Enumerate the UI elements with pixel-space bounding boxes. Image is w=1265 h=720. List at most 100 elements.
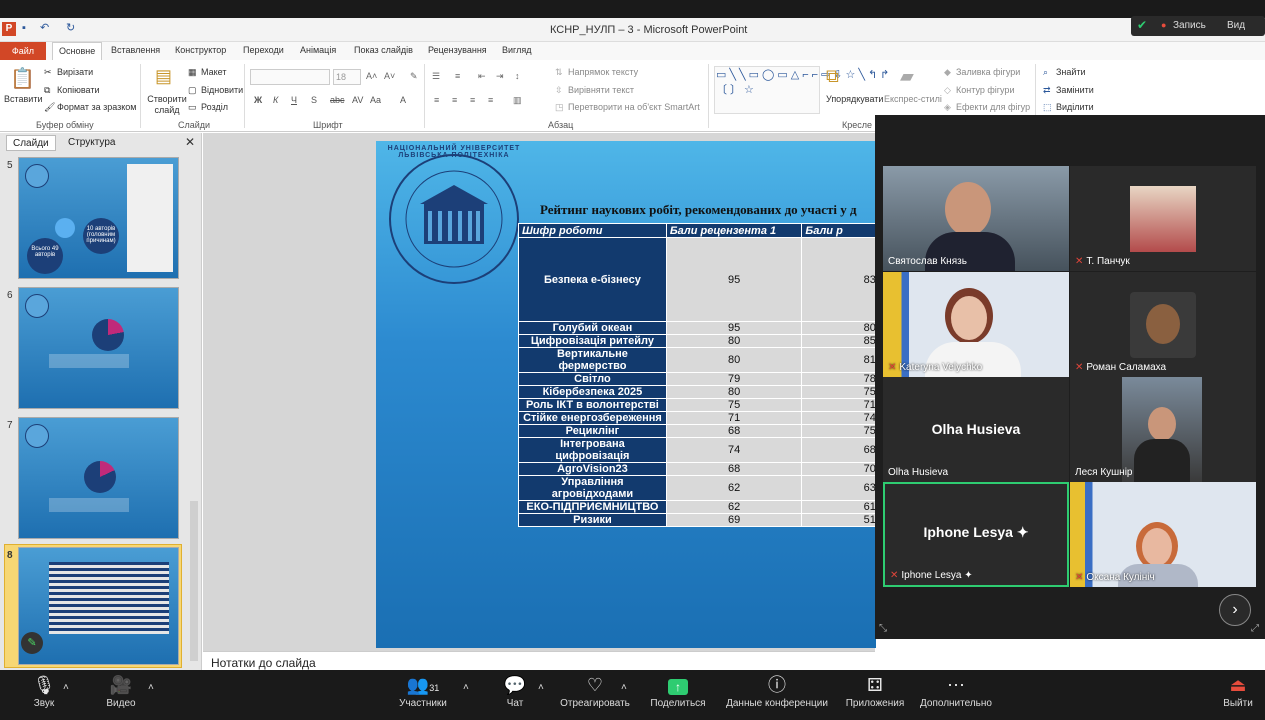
tab-slides[interactable]: Слайди: [6, 135, 56, 151]
shapes-gallery[interactable]: ▭╲╲▭◯▭△⌐⌐⇨⇩☆╲↰↱〔〕☆: [714, 66, 889, 114]
video-tile[interactable]: ✕ Kateryna Velychko: [883, 272, 1069, 377]
numbering-icon[interactable]: ≡: [455, 71, 460, 81]
participants-chevron-icon[interactable]: ˄: [463, 682, 469, 693]
italic-icon[interactable]: К: [273, 95, 278, 105]
share-button[interactable]: ↑ Поделиться: [648, 670, 708, 709]
align-text-button[interactable]: Вирівняти текст: [568, 85, 634, 95]
bullets-icon[interactable]: ☰: [432, 71, 440, 82]
video-button[interactable]: 🎥 Видео: [100, 670, 142, 709]
align-left-icon[interactable]: ≡: [434, 95, 439, 105]
title-bar: P ▪ ↶ ↻ КСНР_НУЛП – 3 - Microsoft PowerP…: [0, 16, 1265, 42]
align-center-icon[interactable]: ≡: [452, 95, 457, 105]
paste-button[interactable]: Вставити: [4, 94, 43, 104]
close-icon[interactable]: ✕: [185, 135, 195, 149]
slide-thumbnail-8[interactable]: ✎: [18, 547, 179, 665]
work-code-cell: Цифровізація ритейлу: [518, 334, 667, 348]
next-page-chevron-icon[interactable]: ›: [1219, 594, 1251, 626]
paste-icon[interactable]: 📋: [10, 66, 35, 91]
indent-decrease-icon[interactable]: ⇤: [478, 71, 486, 82]
smartart-button[interactable]: Перетворити на об'єкт SmartArt: [568, 102, 700, 112]
chat-button[interactable]: 💬 Чат: [500, 670, 530, 709]
more-button[interactable]: ⋯ Дополнительно: [914, 670, 998, 709]
view-label[interactable]: Вид: [1227, 20, 1245, 31]
case-icon[interactable]: Aa: [370, 95, 381, 105]
select-button[interactable]: Виділити: [1056, 102, 1094, 112]
reset-button[interactable]: Відновити: [201, 85, 243, 95]
font-size-select[interactable]: 18: [333, 69, 361, 85]
video-tile[interactable]: Olha Husieva Olha Husieva: [883, 377, 1069, 482]
shape-outline-button[interactable]: Контур фігури: [956, 85, 1014, 95]
columns-icon[interactable]: ▥: [513, 95, 522, 106]
bold-icon[interactable]: Ж: [254, 95, 262, 105]
shrink-font-icon[interactable]: A˅: [384, 71, 395, 81]
leave-button[interactable]: ⏏ Выйти: [1220, 670, 1256, 709]
pen-icon[interactable]: ✎: [21, 632, 43, 654]
tab-insert[interactable]: Вставлення: [111, 45, 160, 55]
shape-fill-button[interactable]: Заливка фігури: [956, 67, 1020, 77]
arrange-button[interactable]: Упорядкувати: [826, 94, 883, 104]
video-tile[interactable]: Святослав Князь: [883, 166, 1069, 271]
tab-outline[interactable]: Структура: [62, 135, 121, 151]
text-direction-button[interactable]: Напрямок тексту: [568, 67, 638, 77]
new-slide-button[interactable]: Створити слайд: [145, 94, 189, 116]
align-right-icon[interactable]: ≡: [470, 95, 475, 105]
grow-font-icon[interactable]: A˄: [366, 71, 377, 81]
apps-icon: ⚃: [867, 675, 883, 695]
strikethrough-icon[interactable]: abc: [330, 95, 345, 105]
tab-transitions[interactable]: Переходи: [243, 45, 284, 55]
work-code-cell: Інтегрована цифровізація: [518, 437, 667, 463]
tab-animations[interactable]: Анімація: [300, 45, 336, 55]
slide-thumbnail-6[interactable]: [18, 287, 179, 409]
replace-button[interactable]: Замінити: [1056, 85, 1094, 95]
slide-thumbnail-7[interactable]: [18, 417, 179, 539]
chat-chevron-icon[interactable]: ˄: [538, 682, 544, 693]
tab-review[interactable]: Рецензування: [428, 45, 487, 55]
quick-styles-button[interactable]: Експрес-стилі: [884, 94, 942, 104]
redo-icon[interactable]: ↻: [66, 21, 75, 34]
react-chevron-icon[interactable]: ˄: [621, 682, 627, 693]
record-label[interactable]: Запись: [1173, 20, 1206, 31]
participant-body: [1134, 439, 1190, 482]
shape-effects-button[interactable]: Ефекти для фігур: [956, 102, 1030, 112]
line-spacing-icon[interactable]: ↕: [515, 71, 520, 81]
save-icon[interactable]: ▪: [22, 22, 26, 34]
notes-pane[interactable]: Нотатки до слайда: [203, 651, 875, 670]
resize-handle-icon[interactable]: ⤢: [1251, 623, 1259, 634]
clear-format-icon[interactable]: ✎: [410, 71, 418, 82]
video-options-chevron-icon[interactable]: ˄: [148, 682, 154, 693]
participants-button[interactable]: 👥31 Участники: [396, 670, 450, 709]
meeting-info-button[interactable]: ⓘ Данные конференции: [722, 670, 832, 709]
tab-file[interactable]: Файл: [0, 42, 46, 60]
find-button[interactable]: Знайти: [1056, 67, 1086, 77]
indent-increase-icon[interactable]: ⇥: [496, 71, 504, 82]
undo-icon[interactable]: ↶: [40, 21, 49, 34]
resize-handle-icon[interactable]: ⤡: [879, 623, 887, 634]
video-tile[interactable]: ✕ Роман Саламаха: [1070, 272, 1256, 377]
justify-icon[interactable]: ≡: [488, 95, 493, 105]
underline-icon[interactable]: Ч: [291, 95, 297, 105]
video-tile[interactable]: ✕ Т. Панчук: [1070, 166, 1256, 271]
video-tile[interactable]: ✕ Оксана Кулініч: [1070, 482, 1256, 587]
section-button[interactable]: Розділ: [201, 102, 228, 112]
audio-options-chevron-icon[interactable]: ˄: [63, 682, 69, 693]
tab-home[interactable]: Основне: [52, 42, 103, 60]
apps-button[interactable]: ⚃ Приложения: [842, 670, 908, 709]
score-cell: 95: [665, 237, 803, 322]
shadow-icon[interactable]: S: [311, 95, 317, 105]
font-color-icon[interactable]: A: [400, 95, 406, 105]
score-cell: 61: [801, 500, 878, 514]
panel-scrollbar[interactable]: [190, 501, 198, 661]
spacing-icon[interactable]: AV: [352, 95, 363, 105]
slide-thumbnail-5[interactable]: Всього 49 авторів 10 авторів (головним п…: [18, 157, 179, 279]
copy-button[interactable]: Копіювати: [57, 85, 100, 95]
layout-button[interactable]: Макет: [201, 67, 226, 77]
audio-button[interactable]: 🎙 Звук: [24, 670, 64, 709]
format-painter-button[interactable]: Формат за зразком: [57, 102, 137, 112]
video-tile[interactable]: Леся Кушнір: [1070, 377, 1256, 482]
tab-view[interactable]: Вигляд: [502, 45, 532, 55]
tab-design[interactable]: Конструктор: [175, 45, 226, 55]
font-name-select[interactable]: [250, 69, 330, 85]
tab-slideshow[interactable]: Показ слайдів: [354, 45, 413, 55]
video-tile-active[interactable]: Iphone Lesya ✦ ✕ Iphone Lesya ✦: [883, 482, 1069, 587]
cut-button[interactable]: Вирізати: [57, 67, 93, 77]
